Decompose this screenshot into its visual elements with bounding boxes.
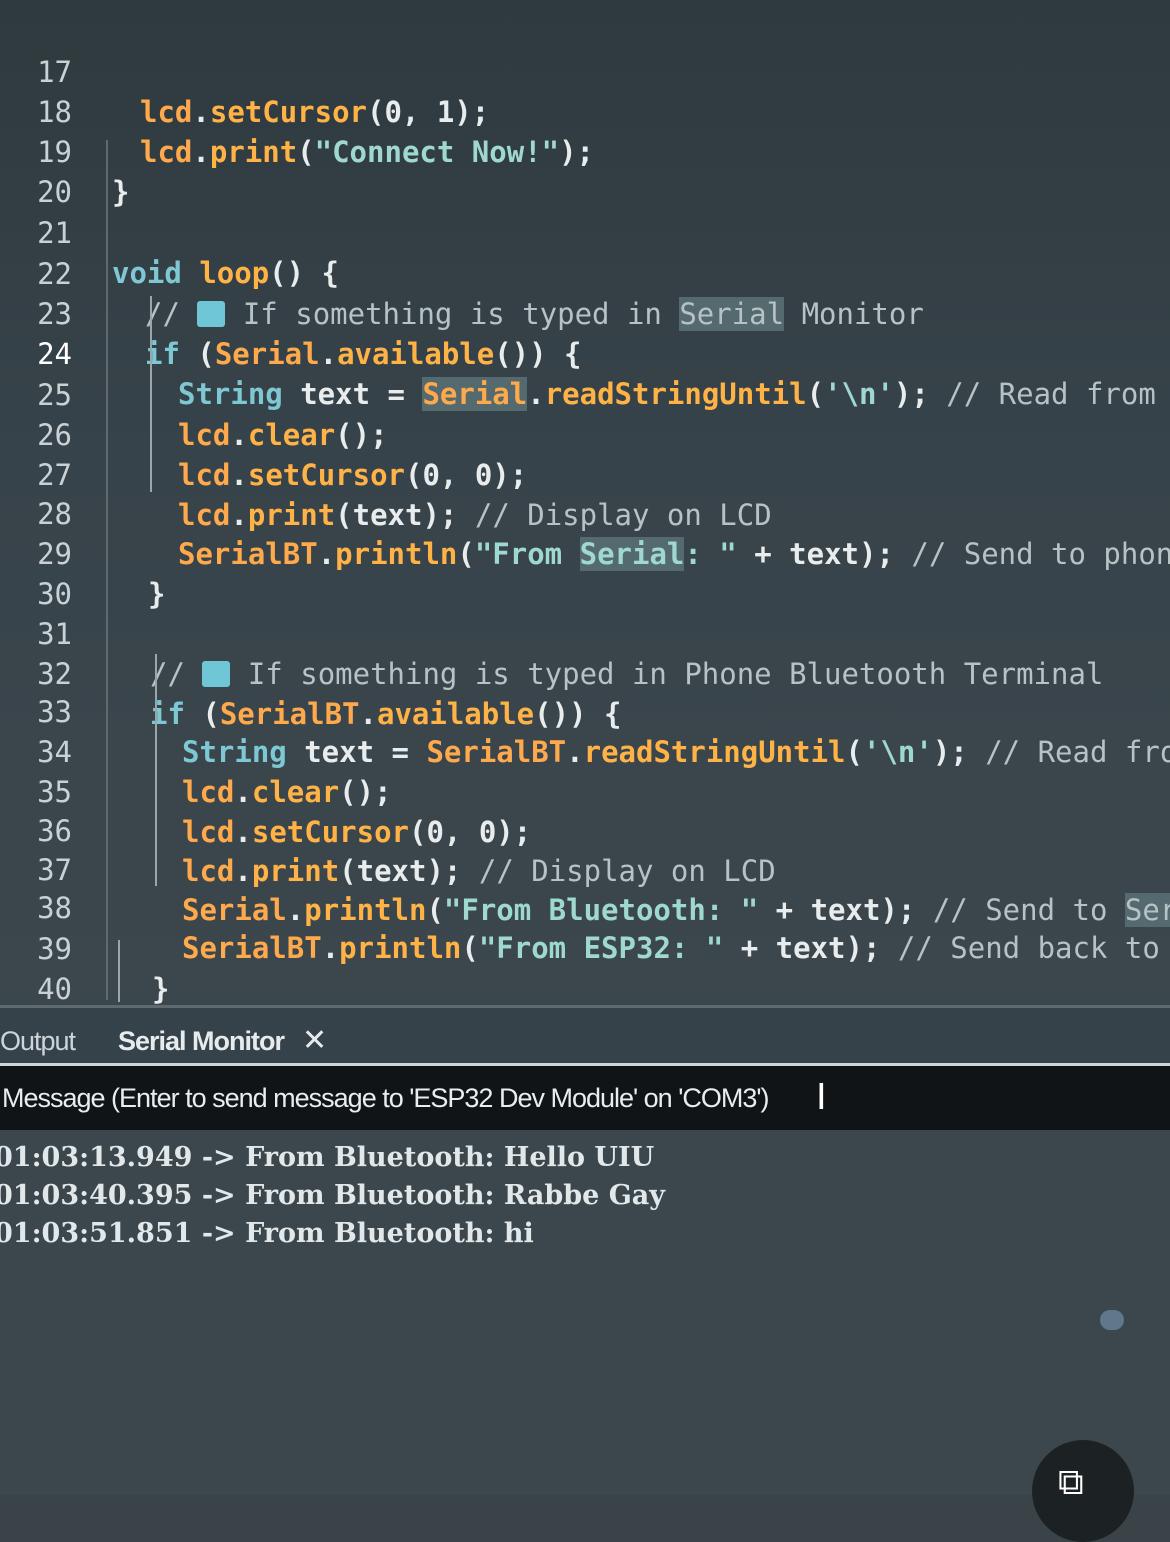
code-line[interactable]: 30 [0, 534, 1170, 611]
code-line[interactable]: 27 lcd.print(text); // Display on LCD [0, 415, 1170, 532]
code-line[interactable]: 18 lcd.print("Connect Now!"); [0, 52, 1170, 169]
log-line: 01:03:51.851 -> From Bluetooth: hi [0, 1218, 534, 1249]
log-line: 01:03:40.395 -> From Bluetooth: Rabbe Ga… [0, 1180, 665, 1211]
code-line[interactable]: 37 Serial.println("From Bluetooth: " + t… [0, 810, 1170, 927]
code-line[interactable]: 33 String text = SerialBT.readStringUnti… [0, 652, 1170, 769]
log-text: From Bluetooth: Rabbe Gay [245, 1180, 665, 1211]
screen-glare [1100, 1310, 1124, 1330]
code-line[interactable]: 38 SerialBT.println("From ESP32: " + tex… [0, 848, 1170, 965]
log-timestamp: 01:03:40.395 [0, 1180, 193, 1211]
code-line[interactable]: 26 lcd.setCursor(0, 0); [0, 375, 1170, 492]
log-timestamp: 01:03:51.851 [0, 1218, 193, 1249]
scan-text-button[interactable]: ⧉ [1032, 1440, 1134, 1542]
code-line[interactable]: 21 void loop() { [0, 173, 1170, 290]
tab-serial-monitor[interactable]: Serial Monitor [118, 1026, 285, 1057]
log-text: From Bluetooth: Hello UIU [245, 1142, 655, 1173]
code-line[interactable]: 40 } [0, 929, 1170, 1005]
code-line[interactable]: 41 [0, 968, 1170, 1005]
indent-guide [155, 654, 157, 886]
log-arrow: -> [201, 1142, 236, 1173]
log-line: 01:03:13.949 -> From Bluetooth: Hello UI… [0, 1142, 654, 1173]
code-line[interactable]: 35 lcd.setCursor(0, 0); [0, 732, 1170, 849]
code-line-active[interactable]: 24 String text = Serial.readStringUntil(… [0, 294, 1170, 411]
text-cursor-icon: Ι [816, 1077, 827, 1118]
scan-text-icon: ⧉ [1058, 1462, 1084, 1503]
code-line[interactable]: 39 } [0, 889, 1170, 1005]
code-line[interactable]: 20 [0, 132, 1170, 209]
serial-message-input[interactable] [0, 1066, 1170, 1130]
log-text: From Bluetooth: hi [245, 1218, 534, 1249]
code-line[interactable]: 34 lcd.clear(); [0, 692, 1170, 809]
bottom-panel-tabs: Output Serial Monitor ✕ [0, 1005, 1170, 1066]
code-line[interactable]: 17 lcd.setCursor(0, 1); [0, 12, 1170, 129]
close-icon[interactable]: ✕ [302, 1026, 328, 1056]
tab-output[interactable]: Output [0, 1026, 76, 1057]
code-line[interactable]: 23 if (Serial.available()) { [0, 254, 1170, 371]
code-line[interactable]: 22 // If something is typed in Serial Mo… [0, 214, 1170, 331]
code-line[interactable]: 28 SerialBT.println("From Serial: " + te… [0, 454, 1170, 571]
code-line[interactable]: 29 } [0, 494, 1170, 611]
log-arrow: -> [201, 1218, 236, 1249]
code-line[interactable]: 36 lcd.print(text); // Display on LCD [0, 771, 1170, 888]
code-editor[interactable]: 17 lcd.setCursor(0, 1); 18 lcd.print("Co… [0, 0, 1170, 1005]
code-line[interactable]: 32 if (SerialBT.available()) { [0, 614, 1170, 731]
log-arrow: -> [201, 1180, 236, 1211]
serial-message-bar: Ι [0, 1063, 1170, 1133]
code-line[interactable]: 25 lcd.clear(); [0, 335, 1170, 452]
code-line[interactable]: 31 // If something is typed in Phone Blu… [0, 574, 1170, 691]
indent-guide [118, 940, 120, 1002]
serial-monitor-output: 01:03:13.949 -> From Bluetooth: Hello UI… [0, 1130, 1170, 1495]
code-line[interactable]: 19 } [0, 92, 1170, 209]
indent-guide [150, 296, 152, 492]
log-timestamp: 01:03:13.949 [0, 1142, 193, 1173]
